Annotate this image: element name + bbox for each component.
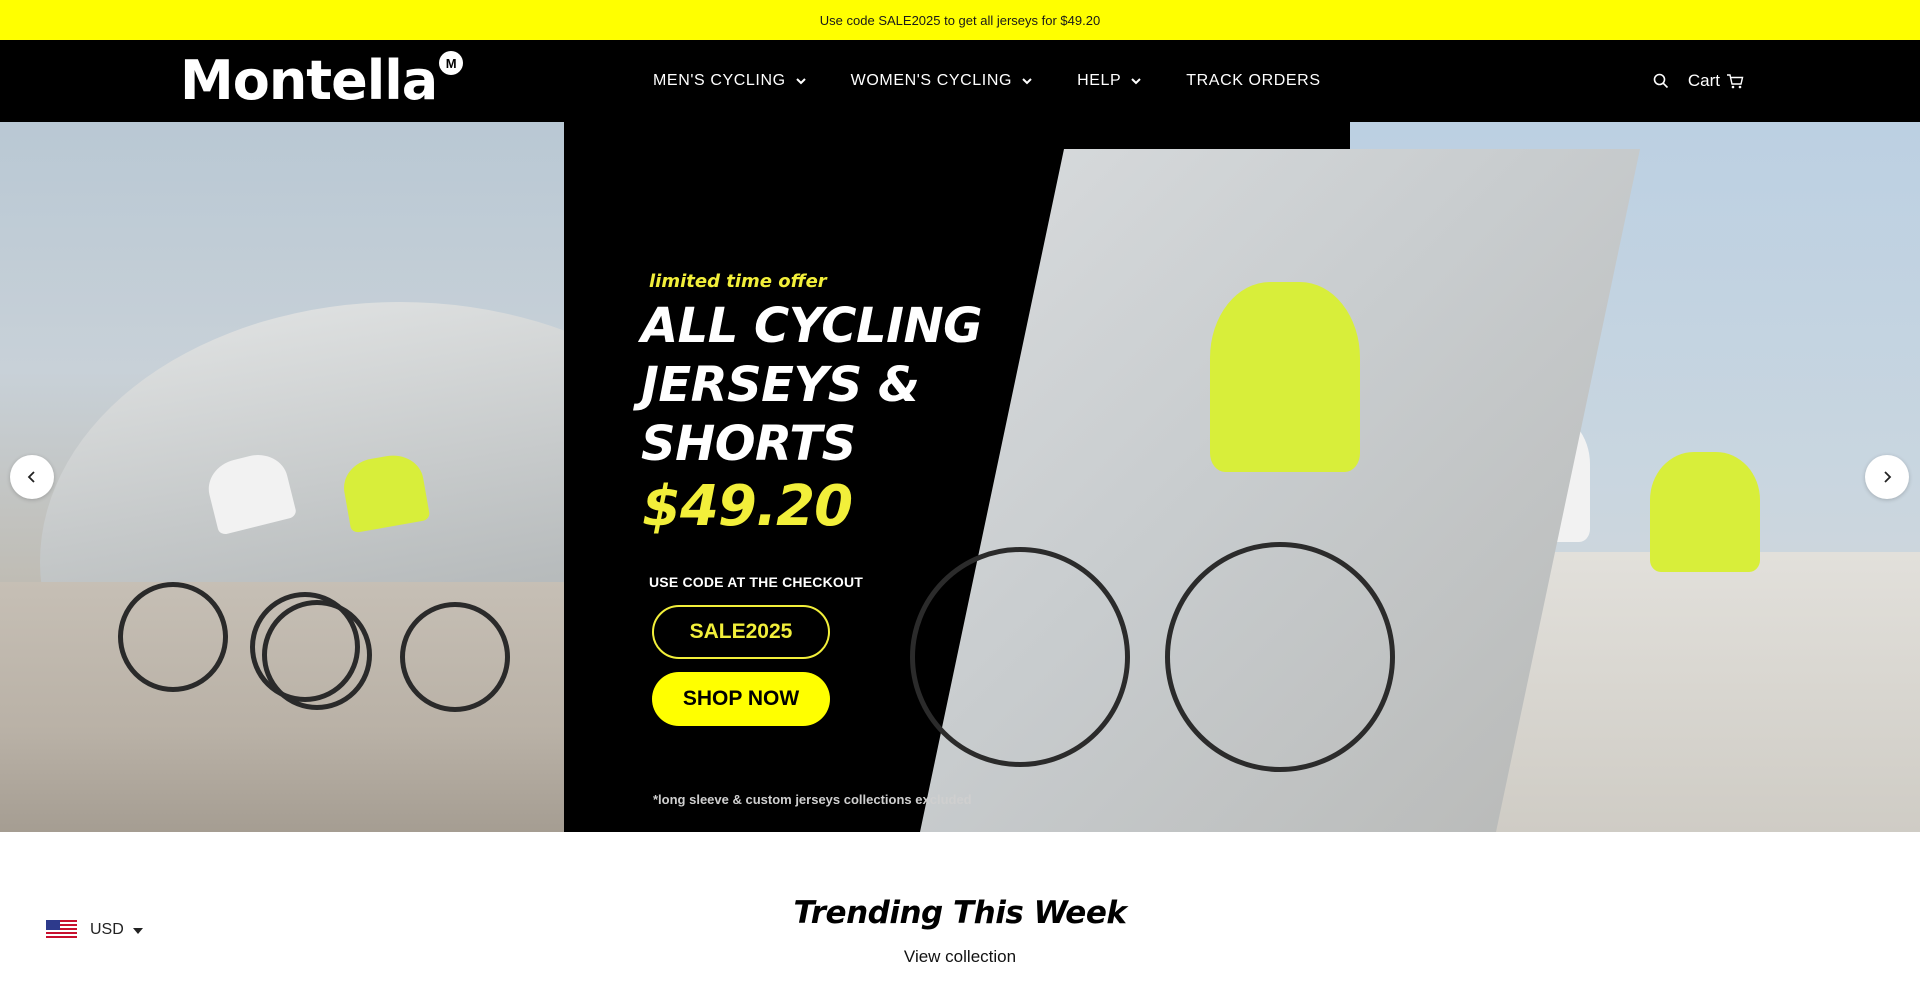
nav-item-label: WOMEN'S CYCLING xyxy=(850,72,1013,89)
offer-footnote: *long sleeve & custom jerseys collection… xyxy=(653,792,972,807)
chevron-left-icon xyxy=(27,471,35,483)
promo-code-badge: SALE2025 xyxy=(652,605,830,659)
standing-cyclist-yellow xyxy=(1210,282,1360,472)
view-collection-label[interactable]: View collection xyxy=(904,947,1016,966)
cart-link[interactable]: Cart xyxy=(1688,71,1744,91)
bike-wheel xyxy=(1165,542,1395,772)
headline-line: JERSEYS & xyxy=(641,357,920,413)
logo[interactable]: Montella M xyxy=(180,48,464,112)
site-header: Montella M MEN'S CYCLING WOMEN'S CYCLING… xyxy=(0,40,1920,122)
chevron-right-icon xyxy=(1884,471,1892,483)
nav-item-help[interactable]: HELP xyxy=(1077,40,1143,122)
search-icon[interactable] xyxy=(1652,72,1670,90)
bike-wheel xyxy=(118,582,228,692)
code-label: USE CODE AT THE CHECKOUT xyxy=(649,574,864,590)
headline-line: ALL CYCLING xyxy=(641,298,983,354)
view-collection-link: View collection xyxy=(0,947,1920,967)
slide-prev-button[interactable] xyxy=(10,455,54,499)
bike-wheel xyxy=(910,547,1130,767)
chevron-down-icon xyxy=(1131,78,1141,85)
nav-item-label: HELP xyxy=(1077,72,1122,89)
hero-slideshow: limited time offer ALL CYCLING JERSEYS &… xyxy=(0,122,1920,832)
header-actions: Cart xyxy=(1652,40,1744,122)
slide-next-button[interactable] xyxy=(1865,455,1909,499)
logo-text: Montella xyxy=(180,49,438,112)
nav-item-womens-cycling[interactable]: WOMEN'S CYCLING xyxy=(851,40,1034,122)
main-nav: MEN'S CYCLING WOMEN'S CYCLING HELP TRACK… xyxy=(653,40,1321,122)
bike-wheel xyxy=(400,602,510,712)
announcement-bar: Use code SALE2025 to get all jerseys for… xyxy=(0,0,1920,40)
bike-wheel xyxy=(262,600,372,710)
currency-label: USD xyxy=(90,921,124,938)
seated-cyclist-yellow xyxy=(1650,452,1760,572)
cart-label: Cart xyxy=(1687,71,1720,90)
nav-item-mens-cycling[interactable]: MEN'S CYCLING xyxy=(653,40,808,122)
hero-image-left xyxy=(0,122,564,832)
offer-price: $49.20 xyxy=(642,474,853,539)
logo-mark: M xyxy=(439,51,464,75)
nav-item-track-orders[interactable]: TRACK ORDERS xyxy=(1186,40,1320,122)
shop-now-button[interactable]: SHOP NOW xyxy=(652,672,830,726)
offer-headline: ALL CYCLING JERSEYS & SHORTS xyxy=(641,297,1061,474)
nav-item-label: TRACK ORDERS xyxy=(1186,72,1321,89)
shop-now-label: SHOP NOW xyxy=(682,687,800,710)
headline-line: SHORTS xyxy=(641,416,856,472)
section-title: Trending This Week xyxy=(793,895,1127,931)
nav-item-label: MEN'S CYCLING xyxy=(653,72,786,89)
chevron-down-icon xyxy=(1022,78,1032,85)
announcement-text: Use code SALE2025 to get all jerseys for… xyxy=(819,12,1101,28)
caret-down-icon xyxy=(132,928,143,934)
cart-icon xyxy=(1727,74,1744,89)
chevron-down-icon xyxy=(795,78,806,85)
promo-code: SALE2025 xyxy=(689,620,793,643)
offer-tagline: limited time offer xyxy=(649,271,827,292)
currency-selector[interactable]: USD xyxy=(46,920,143,940)
us-flag-icon xyxy=(46,920,77,940)
